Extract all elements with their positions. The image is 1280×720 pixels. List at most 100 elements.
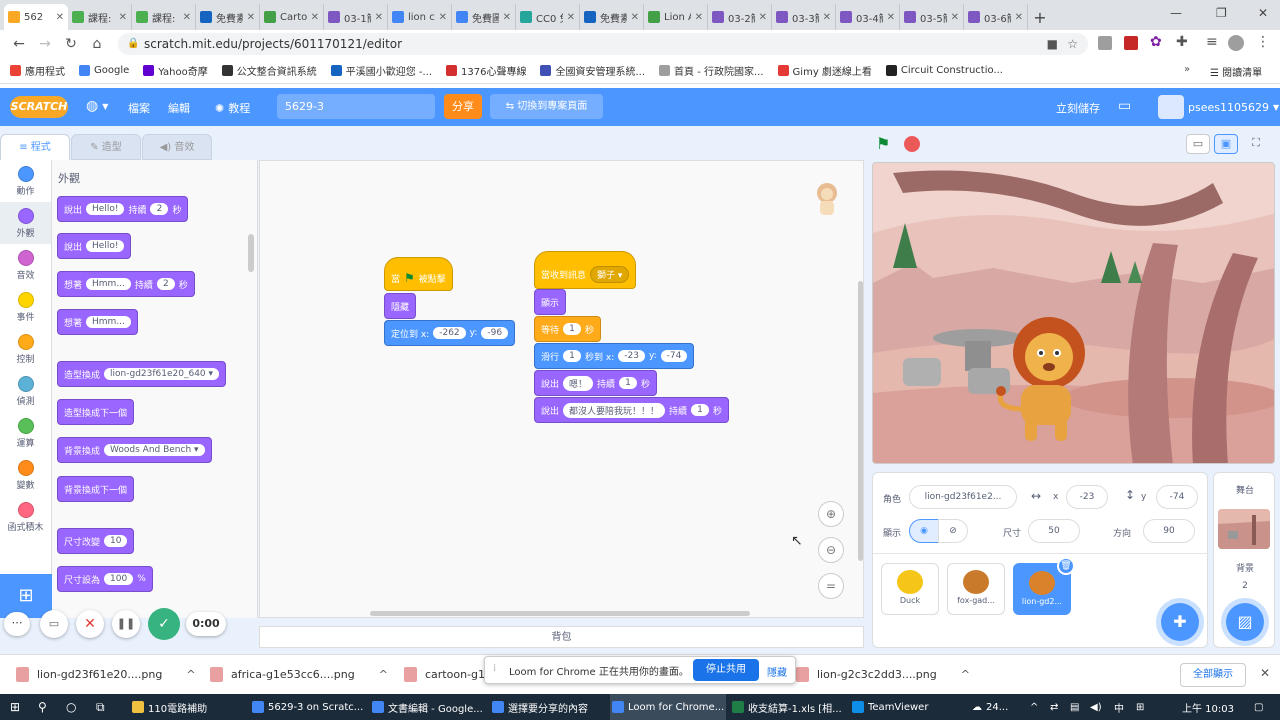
reading-list-button[interactable]: ☰ 閱讀清單 (1210, 64, 1262, 79)
show-hidden-button[interactable]: ⊘ (938, 519, 968, 543)
block-say-for-secs[interactable]: 說出 都沒人要陪我玩！！！ 持續 1 秒 (534, 397, 730, 423)
small-stage-button[interactable]: ▭ (1186, 134, 1210, 154)
my-stuff-folder-icon[interactable]: ▭ (1118, 98, 1131, 114)
tab-close-icon[interactable]: ✕ (1015, 12, 1023, 23)
script-vertical-scrollbar[interactable] (858, 281, 863, 561)
pause-recording-button[interactable]: ❚❚ (112, 610, 140, 638)
camera-toggle-button[interactable]: ▭ (40, 610, 68, 638)
large-stage-button[interactable]: ▣ (1214, 134, 1238, 154)
block-switch-backdrop[interactable]: 背景換成 Woods And Bench ▾ (57, 437, 212, 463)
block-think-for-secs[interactable]: 想著 Hmm... 持續 2 秒 (57, 271, 195, 297)
ime-mode-icon[interactable]: ⊞ (1136, 694, 1144, 720)
extension-flower-icon[interactable]: ✿ (1150, 34, 1162, 50)
delete-sprite-icon[interactable]: 🗑 (1057, 557, 1075, 575)
extension-icon[interactable] (1098, 36, 1112, 50)
task-view-icon[interactable]: ⧉ (96, 694, 105, 720)
browser-tab[interactable]: Carto ✕ (260, 4, 324, 30)
browser-tab[interactable]: 課程: ✕ (68, 4, 132, 30)
media-icon[interactable]: ≡ (1206, 34, 1218, 50)
sprite-thumbnail[interactable]: lion-gd2... 🗑 (1013, 557, 1075, 615)
browser-tab[interactable]: 03-1簡 ✕ (324, 4, 388, 30)
choose-backdrop-button[interactable]: ▨ (1226, 603, 1264, 641)
tab-sounds[interactable]: ◀) 音效 (142, 134, 212, 160)
tab-close-icon[interactable]: ✕ (951, 12, 959, 23)
maximize-icon[interactable]: ❐ (1216, 6, 1227, 20)
new-tab-button[interactable]: + (1028, 4, 1052, 30)
language-menu[interactable]: ◍ ▼ (86, 98, 108, 114)
block-think[interactable]: 想著 Hmm... (57, 309, 138, 335)
download-item[interactable]: africa-g1e53cc6....png ^ (210, 663, 388, 685)
clock[interactable]: 上午 10:03 (1182, 694, 1234, 720)
tab-close-icon[interactable]: ✕ (887, 12, 895, 23)
category-item[interactable]: 變數 (0, 454, 51, 496)
category-item[interactable]: 動作 (0, 160, 51, 202)
tab-close-icon[interactable]: ✕ (695, 12, 703, 23)
browser-tab[interactable]: 03-4簡 ✕ (836, 4, 900, 30)
sprite-name-input[interactable]: lion-gd23f61e2... (909, 485, 1017, 509)
profile-avatar[interactable] (1228, 35, 1244, 51)
taskbar-item[interactable]: 110電路補助 (130, 694, 246, 720)
browser-tab[interactable]: 03-6簡 ✕ (964, 4, 1028, 30)
home-icon[interactable]: ⌂ (84, 36, 110, 52)
chevron-up-icon[interactable]: ^ (379, 668, 388, 681)
show-all-downloads-button[interactable]: 全部顯示 (1180, 663, 1246, 687)
block-set-size[interactable]: 尺寸設為 100% (57, 566, 153, 592)
taskbar-item[interactable]: 文書編輯 - Google... (370, 694, 486, 720)
url-field[interactable]: 🔒 scratch.mit.edu/projects/601170121/edi… (118, 33, 1088, 55)
taskbar-item[interactable]: 收支結算-1.xls [相... (730, 694, 846, 720)
bookmark-item[interactable]: 1376心聲專線 (446, 63, 526, 78)
bookmark-item[interactable]: 公文整合資訊系統 (221, 63, 317, 78)
notification-icon[interactable]: ▢ (1254, 694, 1263, 720)
choose-sprite-button[interactable]: ✚ (1161, 603, 1199, 641)
backdrop-thumbnail[interactable] (1218, 509, 1270, 549)
sprite-y-input[interactable]: -74 (1156, 485, 1198, 509)
green-flag-button[interactable]: ⚑ (876, 134, 890, 153)
block-hide[interactable]: 隱藏 (384, 293, 417, 319)
browser-tab[interactable]: 免費圖 ✕ (452, 4, 516, 30)
zoom-out-button[interactable]: ⊖ (818, 537, 844, 563)
message-dropdown[interactable]: 獅子 ▾ (590, 265, 630, 283)
cancel-recording-button[interactable]: ✕ (76, 610, 104, 638)
drag-handle-icon[interactable]: ⁞ (493, 663, 496, 674)
finish-recording-button[interactable]: ✓ (148, 608, 180, 640)
block-say-for-secs[interactable]: 說出 Hello! 持續 2 秒 (57, 196, 189, 222)
minimize-icon[interactable]: — (1170, 6, 1182, 20)
browser-tab[interactable]: 免費素 ✕ (196, 4, 260, 30)
browser-tab[interactable]: Lion A ✕ (644, 4, 708, 30)
volume-icon[interactable]: ◀) (1090, 694, 1102, 720)
bookmark-item[interactable]: 應用程式 (10, 63, 65, 78)
windows-start-icon[interactable]: ⊞ (10, 694, 20, 720)
bookmark-item[interactable]: 平溪國小歡迎您 -... (330, 63, 432, 78)
tab-close-icon[interactable]: ✕ (375, 12, 383, 23)
more-bookmarks-icon[interactable]: » (1184, 64, 1190, 75)
save-now-button[interactable]: 立刻儲存 (1056, 100, 1100, 116)
lion-sprite[interactable] (991, 313, 1091, 443)
close-downloads-icon[interactable]: ✕ (1260, 666, 1270, 680)
block-when-flag-clicked[interactable]: 當 ⚑ 被點擊 (384, 257, 453, 291)
tray-overflow-icon[interactable]: ^ (1030, 694, 1038, 720)
browser-tab[interactable]: lion ca ✕ (388, 4, 452, 30)
bookmark-star-icon[interactable]: ☆ (1067, 33, 1078, 55)
category-item[interactable]: 事件 (0, 286, 51, 328)
forward-icon[interactable]: → (32, 36, 58, 52)
reload-icon[interactable]: ↻ (58, 36, 84, 52)
bookmark-item[interactable]: Circuit Constructio... (885, 65, 1003, 76)
bookmark-item[interactable]: Yahoo奇摩 (143, 63, 208, 78)
taskbar-item[interactable]: Loom for Chrome... (610, 694, 726, 720)
category-item[interactable]: 運算 (0, 412, 51, 454)
palette-scrollbar[interactable] (248, 234, 254, 272)
bookmark-item[interactable]: 首頁 - 行政院國家... (659, 63, 764, 78)
tab-close-icon[interactable]: ✕ (631, 12, 639, 23)
camera-icon[interactable]: ■ (1047, 33, 1058, 55)
fullscreen-button[interactable]: ⛶ (1244, 134, 1268, 154)
category-item[interactable]: 控制 (0, 328, 51, 370)
edit-menu[interactable]: 編輯 (168, 100, 190, 116)
tab-close-icon[interactable]: ✕ (247, 12, 255, 23)
show-visible-button[interactable]: ◉ (909, 519, 939, 543)
tab-close-icon[interactable]: ✕ (439, 12, 447, 23)
extension-red-icon[interactable] (1124, 36, 1138, 50)
tutorials-button[interactable]: ✺ 教程 (215, 100, 250, 116)
backdrop-dropdown[interactable]: Woods And Bench ▾ (104, 444, 205, 456)
stage-canvas[interactable] (872, 162, 1275, 464)
teamviewer-tray-icon[interactable]: ⇄ (1050, 694, 1058, 720)
